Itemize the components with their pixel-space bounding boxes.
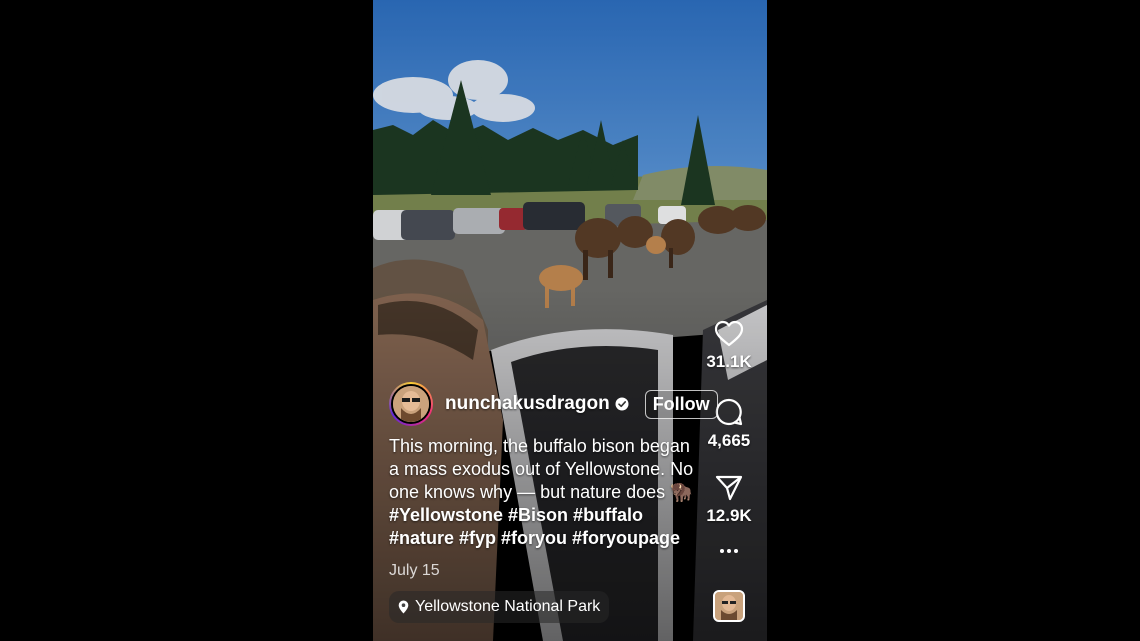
author-row: nunchakusdragon Follow — [389, 382, 718, 426]
location-pin-icon — [398, 600, 409, 614]
comment-count: 4,665 — [707, 431, 751, 450]
more-icon[interactable] — [719, 548, 739, 554]
caption-hashtags[interactable]: #Yellowstone #Bison #buffalo #nature #fy… — [389, 505, 680, 548]
screen: 31.1K 4,665 12.9K nunchakusdragon Follow… — [0, 0, 1140, 641]
avatar[interactable] — [389, 382, 433, 426]
share-count: 12.9K — [706, 506, 752, 525]
caption[interactable]: This morning, the buffalo bison began a … — [389, 435, 701, 550]
like-count: 31.1K — [706, 352, 752, 371]
audio-thumbnail[interactable] — [691, 590, 767, 622]
heart-icon[interactable] — [714, 320, 744, 348]
more-options-button[interactable] — [691, 548, 767, 554]
verified-icon — [615, 397, 629, 411]
caption-text: This morning, the buffalo bison began a … — [389, 436, 694, 502]
username[interactable]: nunchakusdragon — [445, 393, 610, 415]
location-tag[interactable]: Yellowstone National Park — [389, 591, 610, 623]
comment-icon[interactable] — [714, 397, 744, 427]
follow-button[interactable]: Follow — [644, 389, 718, 419]
post-date: July 15 — [389, 562, 440, 579]
audio-avatar-image[interactable] — [713, 590, 745, 622]
reel-video[interactable]: 31.1K 4,665 12.9K nunchakusdragon Follow… — [373, 0, 767, 641]
location-label: Yellowstone National Park — [415, 598, 601, 615]
share-action[interactable]: 12.9K — [691, 474, 767, 526]
like-action[interactable]: 31.1K — [691, 320, 767, 372]
share-icon[interactable] — [714, 474, 744, 502]
